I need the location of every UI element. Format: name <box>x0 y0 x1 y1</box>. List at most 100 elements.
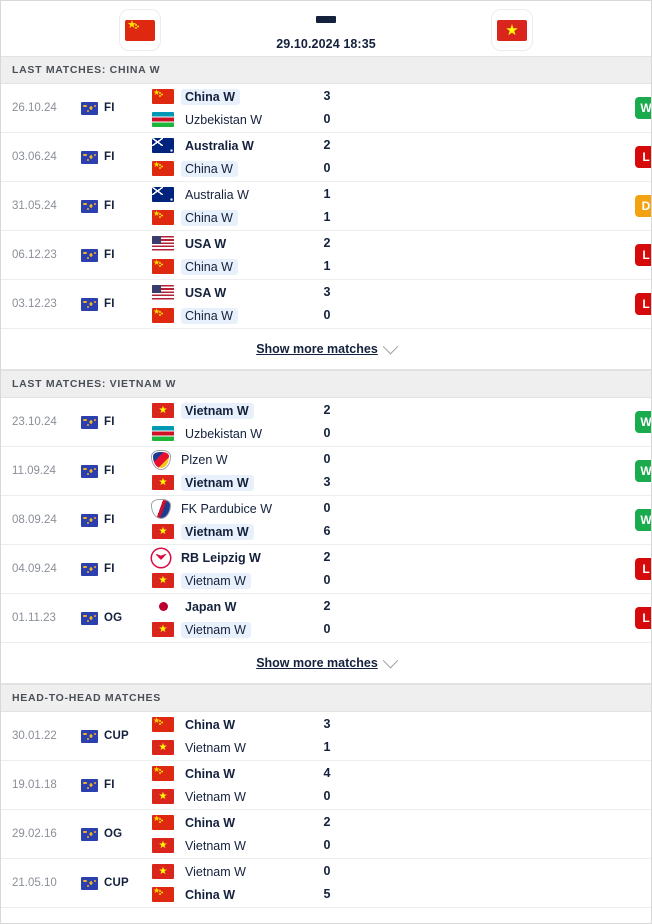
home-score: 0 <box>323 864 331 878</box>
team-name[interactable]: Australia W <box>181 138 259 154</box>
team-name[interactable]: Uzbekistan W <box>181 112 267 128</box>
team-name[interactable]: China W <box>181 160 238 177</box>
scores-cell: 3 0 <box>324 84 444 132</box>
match-row[interactable]: 06.12.23 FI USA W China W 2 1 L <box>1 231 651 280</box>
scores-cell: 2 1 <box>324 231 444 279</box>
team-name[interactable]: Vietnam W <box>181 740 251 756</box>
competition-cell: CUP <box>81 859 148 907</box>
show-more-matches-button[interactable]: Show more matches <box>1 643 651 684</box>
match-date: 01.11.23 <box>12 612 56 624</box>
home-score: 3 <box>323 89 331 103</box>
team-line: China W <box>152 160 320 177</box>
away-score: 0 <box>323 573 331 587</box>
match-row[interactable]: 03.06.24 FI Australia W China W 2 0 L <box>1 133 651 182</box>
result-cell: L <box>611 594 651 642</box>
match-row[interactable]: 31.05.24 FI Australia W China W 1 1 D <box>1 182 651 231</box>
match-row[interactable]: 29.02.16 OG China W Vietnam W 2 0 <box>1 810 651 859</box>
away-score: 5 <box>323 887 331 901</box>
away-score: 0 <box>323 426 331 440</box>
team-flag-icon <box>152 573 174 588</box>
match-row[interactable]: 04.09.24 FI RB Leipzig W Vietnam W 2 0 L <box>1 545 651 594</box>
match-row[interactable]: 19.01.18 FI China W Vietnam W 4 0 <box>1 761 651 810</box>
score-placeholder-dash <box>316 16 336 23</box>
team-name[interactable]: USA W <box>181 236 231 252</box>
show-more-matches-button[interactable]: Show more matches <box>1 329 651 370</box>
teams-cell: Plzen W Vietnam W <box>148 447 324 495</box>
result-badge: D <box>635 195 651 217</box>
match-date: 03.12.23 <box>12 298 57 310</box>
match-date: 06.12.23 <box>12 249 57 261</box>
scores-cell: 0 3 <box>324 447 444 495</box>
home-score: 2 <box>323 815 331 829</box>
team-name[interactable]: China W <box>181 717 240 733</box>
away-score: 1 <box>323 740 331 754</box>
teams-cell: China W Uzbekistan W <box>148 84 324 132</box>
teams-cell: China W Vietnam W <box>148 810 324 858</box>
team-flag-icon <box>152 789 174 804</box>
team-flag-icon <box>152 599 174 614</box>
team-name[interactable]: Vietnam W <box>181 621 251 638</box>
competition-cell: FI <box>81 133 148 181</box>
chevron-down-icon <box>382 652 399 668</box>
team-name[interactable]: FK Pardubice W <box>177 501 277 517</box>
team-name[interactable]: China W <box>181 258 238 275</box>
match-date: 19.01.18 <box>12 779 57 791</box>
team-name[interactable]: China W <box>181 88 240 105</box>
team-name[interactable]: Vietnam W <box>181 402 254 419</box>
team-name[interactable]: USA W <box>181 285 231 301</box>
team-line: Australia W <box>152 187 320 202</box>
team-name[interactable]: Japan W <box>181 599 241 615</box>
team-name[interactable]: Australia W <box>181 187 254 203</box>
team-flag-icon <box>152 236 174 251</box>
match-date: 03.06.24 <box>12 151 57 163</box>
team-name[interactable]: Uzbekistan W <box>181 426 267 442</box>
scores-cell: 2 0 <box>324 133 444 181</box>
team-line: China W <box>152 307 320 324</box>
teams-cell: FK Pardubice W Vietnam W <box>148 496 324 544</box>
match-row[interactable]: 03.12.23 FI USA W China W 3 0 L <box>1 280 651 329</box>
team-name[interactable]: Vietnam W <box>181 474 254 491</box>
home-team-flag-icon <box>125 19 155 41</box>
team-name[interactable]: Vietnam W <box>181 523 254 540</box>
home-score: 2 <box>323 550 331 564</box>
result-cell: L <box>611 231 651 279</box>
team-name[interactable]: China W <box>181 209 238 226</box>
scores-cell: 4 0 <box>324 761 444 809</box>
team-name[interactable]: China W <box>181 307 238 324</box>
team-name[interactable]: Vietnam W <box>181 789 251 805</box>
team-line: USA W <box>152 285 320 300</box>
team-name[interactable]: Plzen W <box>177 452 233 468</box>
team-name[interactable]: Vietnam W <box>181 838 251 854</box>
teams-cell: Vietnam W Uzbekistan W <box>148 398 324 446</box>
team-name[interactable]: Vietnam W <box>181 864 251 880</box>
world-map-icon <box>81 876 98 890</box>
team-flag-icon <box>152 161 174 176</box>
team-line: China W <box>152 815 320 830</box>
match-row[interactable]: 08.09.24 FI FK Pardubice W Vietnam W 0 6… <box>1 496 651 545</box>
competition-label: FI <box>104 465 115 477</box>
match-row[interactable]: 30.01.22 CUP China W Vietnam W 3 1 <box>1 712 651 761</box>
teams-cell: Australia W China W <box>148 133 324 181</box>
match-row[interactable]: 21.05.10 CUP Vietnam W China W 0 5 <box>1 859 651 908</box>
team-name[interactable]: Vietnam W <box>181 572 251 589</box>
match-row[interactable]: 01.11.23 OG Japan W Vietnam W 2 0 L <box>1 594 651 643</box>
result-cell <box>611 712 651 760</box>
world-map-icon <box>81 415 98 429</box>
row-spacer <box>444 182 612 230</box>
match-date: 23.10.24 <box>12 416 57 428</box>
home-score: 3 <box>323 717 331 731</box>
team-name[interactable]: China W <box>181 766 240 782</box>
team-name[interactable]: China W <box>181 887 240 903</box>
team-name[interactable]: China W <box>181 815 240 831</box>
competition-cell: FI <box>81 84 148 132</box>
home-team-badge[interactable] <box>79 7 201 51</box>
match-row[interactable]: 23.10.24 FI Vietnam W Uzbekistan W 2 0 W <box>1 398 651 447</box>
match-row[interactable]: 26.10.24 FI China W Uzbekistan W 3 0 W <box>1 84 651 133</box>
team-line: Uzbekistan W <box>152 112 320 127</box>
away-team-badge[interactable] <box>451 7 573 51</box>
world-map-icon <box>81 729 98 743</box>
team-name[interactable]: RB Leipzig W <box>177 550 266 566</box>
row-spacer <box>444 810 612 858</box>
match-row[interactable]: 11.09.24 FI Plzen W Vietnam W 0 3 W <box>1 447 651 496</box>
team-flag-icon <box>152 89 174 104</box>
